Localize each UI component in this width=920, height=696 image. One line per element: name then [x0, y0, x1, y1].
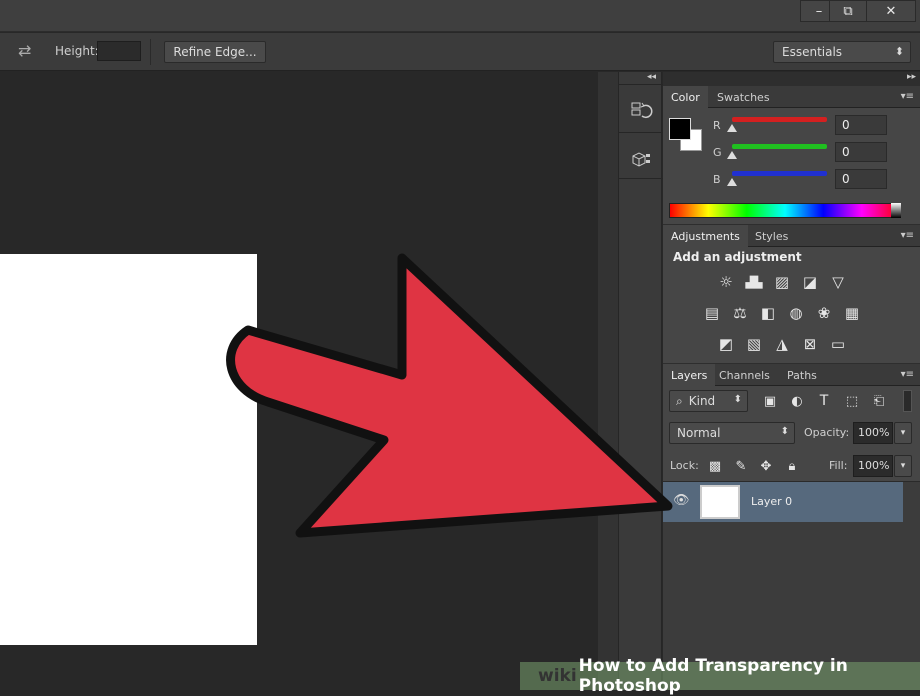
watermark-banner: wiki How to Add Transparency in Photosho…	[520, 656, 920, 696]
red-arrow-overlay	[226, 253, 673, 538]
watermark-logo: wiki	[538, 666, 577, 686]
foreground-color-swatch[interactable]	[669, 118, 691, 140]
watermark-title: How to Add Transparency in Photoshop	[578, 656, 848, 696]
red-arrow-icon	[226, 253, 673, 538]
